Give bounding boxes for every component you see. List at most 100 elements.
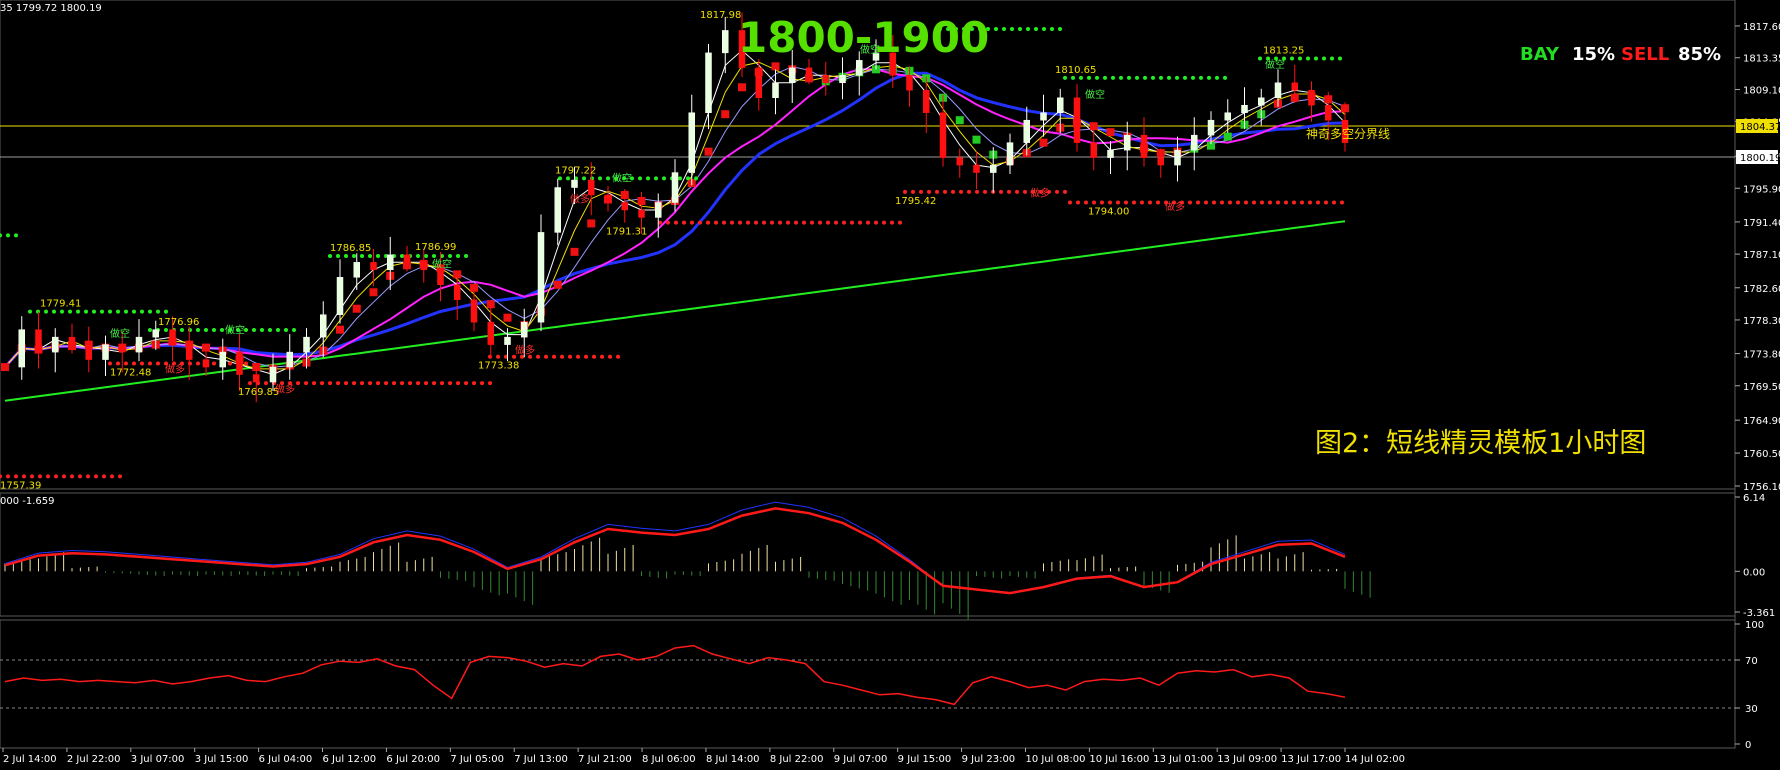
candle-body <box>387 254 394 271</box>
signal-block <box>553 280 562 289</box>
support-dot <box>244 361 248 366</box>
candle-body <box>470 299 478 323</box>
short-signal-text: 做空 <box>1265 58 1285 71</box>
support-dot <box>54 474 58 479</box>
resistance-dot <box>424 253 428 258</box>
short-signal-text: 做空 <box>225 323 245 336</box>
candle-body <box>18 329 25 368</box>
support-dot <box>1023 189 1027 194</box>
signal-block <box>771 62 780 71</box>
candle-body <box>1107 149 1114 158</box>
short-signal-text: 做空 <box>432 258 452 271</box>
candle-body <box>923 90 930 113</box>
support-dot <box>480 381 484 386</box>
resistance-dot <box>1071 75 1075 80</box>
support-dot <box>674 220 678 225</box>
candle-body <box>1241 104 1248 113</box>
candle-body <box>68 336 76 345</box>
resistance-dot <box>448 253 452 258</box>
macd-panel: 6.14 0.00 -3.361 <box>4 493 1775 620</box>
support-dot <box>682 220 686 225</box>
support-dot <box>1308 200 1312 205</box>
resistance-dot <box>1298 56 1302 61</box>
support-dot <box>576 354 580 359</box>
candle-body <box>1191 134 1198 151</box>
support-dot <box>6 474 10 479</box>
time-tick-label: 9 Jul 07:00 <box>834 754 888 765</box>
time-tick-label: 13 Jul 09:00 <box>1217 754 1277 765</box>
current-price-box: 1804.37 <box>1736 119 1780 133</box>
candle-body <box>219 351 226 368</box>
resistance-dot <box>164 327 168 332</box>
signal-block <box>1039 138 1048 147</box>
candle-body <box>1057 97 1064 113</box>
support-dot <box>1212 200 1216 205</box>
time-tick-label: 7 Jul 21:00 <box>578 754 632 765</box>
support-dot <box>448 381 452 386</box>
price-tick-label: 1813.35 <box>1743 54 1780 65</box>
candle-body <box>655 202 662 218</box>
price-axis: 1817.601813.351809.101804.851800.191795.… <box>1735 22 1780 493</box>
support-dot <box>927 189 931 194</box>
support-dot <box>196 361 200 366</box>
support-dot <box>730 220 734 225</box>
support-dot <box>1140 200 1144 205</box>
candle-body <box>487 321 494 345</box>
support-dot <box>850 220 854 225</box>
support-dot <box>228 361 232 366</box>
signal-block <box>570 247 579 256</box>
resistance-dot <box>220 327 224 332</box>
resistance-dot <box>1018 26 1022 31</box>
candlesticks <box>18 12 1349 403</box>
support-dot <box>408 381 412 386</box>
resistance-dot <box>68 309 72 314</box>
candle-body <box>973 164 980 173</box>
support-dot <box>1116 200 1120 205</box>
candle-body <box>789 67 796 84</box>
signal-block <box>202 343 210 352</box>
resistance-dot <box>1215 75 1219 80</box>
candle-body <box>990 164 997 173</box>
support-dot <box>983 189 987 194</box>
time-tick-label: 9 Jul 23:00 <box>962 754 1016 765</box>
resistance-dot <box>638 176 642 181</box>
resistance-dot <box>1034 26 1038 31</box>
long-signal-text: 做多 <box>275 382 295 395</box>
resistance-dot <box>204 327 208 332</box>
candle-body <box>169 329 176 345</box>
resistance-dot <box>1079 75 1083 80</box>
support-dot <box>148 361 152 366</box>
candle-body <box>939 112 947 158</box>
resistance-dot <box>654 176 658 181</box>
resistance-dot <box>456 253 460 258</box>
resistance-dot <box>1159 75 1163 80</box>
price-tick-label: 1760.50 <box>1743 449 1780 460</box>
support-dot <box>344 381 348 386</box>
signal-block <box>1 363 9 372</box>
time-tick-label: 3 Jul 15:00 <box>195 754 249 765</box>
swing-high-label: 1776.96 <box>158 317 199 328</box>
time-tick-label: 14 Jul 02:00 <box>1345 754 1405 765</box>
candle-body <box>1023 119 1030 143</box>
candle-body <box>1157 157 1164 166</box>
support-dot <box>488 381 492 386</box>
support-dot <box>1292 200 1296 205</box>
support-dot <box>124 361 128 366</box>
resistance-dot <box>44 309 48 314</box>
swing-low-label: 1773.38 <box>478 361 519 372</box>
support-dot <box>1124 200 1128 205</box>
support-dot <box>264 381 268 386</box>
svg-text:1800.19: 1800.19 <box>1740 153 1780 164</box>
swing-labels: 1779.41 1776.96 1786.85 1786.99 1797.22 1817.… <box>0 10 1304 491</box>
candle-body <box>722 30 729 54</box>
candle-body <box>303 336 310 353</box>
time-tick-label: 8 Jul 22:00 <box>770 754 824 765</box>
support-dot <box>1268 200 1272 205</box>
support-dot <box>1332 200 1336 205</box>
support-dot <box>666 220 670 225</box>
candle-body <box>353 262 360 278</box>
candle-body <box>420 262 427 271</box>
header-text: 35 1799.72 1800.19 <box>0 3 102 14</box>
resistance-dot <box>196 327 200 332</box>
divider-line-label: 神奇多空分界线 <box>1306 127 1390 141</box>
